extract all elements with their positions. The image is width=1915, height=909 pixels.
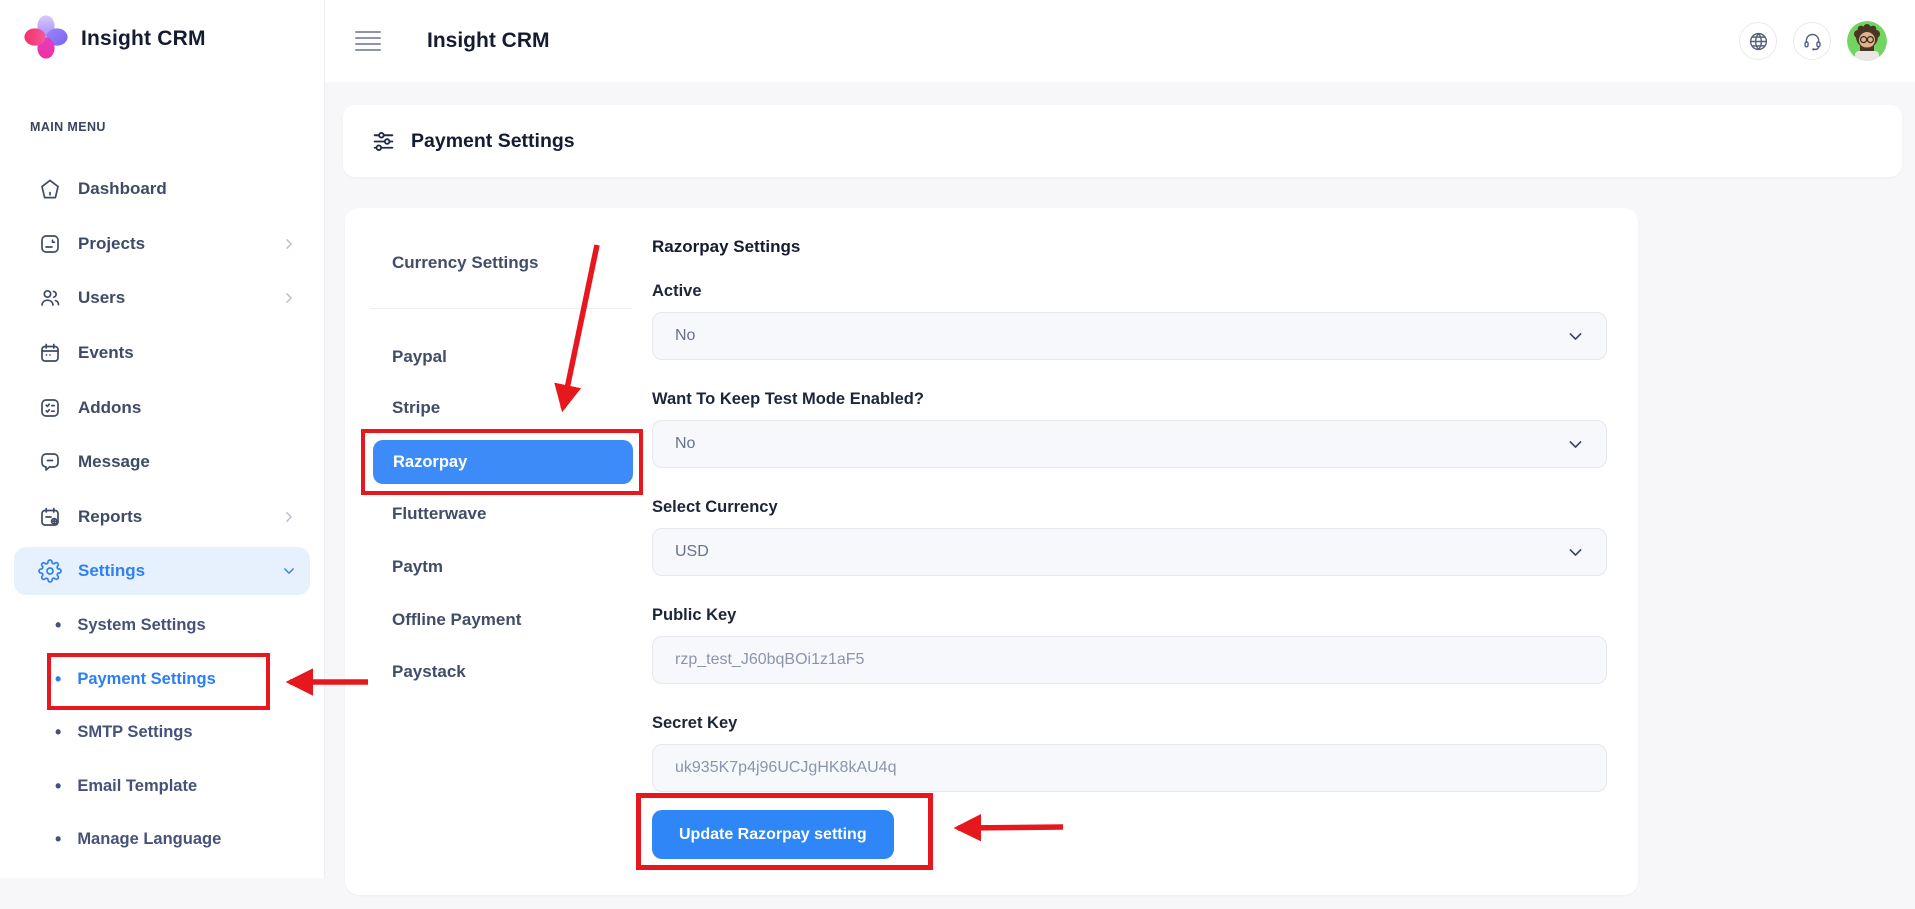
submenu-item-payment-settings[interactable]: Payment Settings [0, 652, 324, 706]
sidebar-section-label: MAIN MENU [30, 120, 106, 134]
sidebar-item-label: Message [78, 452, 150, 472]
secret-key-value: uk935K7p4j96UCJgHK8kAU4q [675, 759, 896, 777]
calendar-icon [38, 341, 62, 365]
chevron-down-icon [1567, 436, 1584, 453]
user-avatar[interactable] [1847, 21, 1887, 61]
tab-currency-settings[interactable]: Currency Settings [392, 250, 538, 276]
public-key-value: rzp_test_J60bqBOi1z1aF5 [675, 651, 864, 669]
tab-divider [370, 308, 632, 309]
field-label-secret-key: Secret Key [652, 712, 1607, 734]
test-mode-select-value: No [675, 435, 695, 453]
brand-name: Insight CRM [81, 27, 206, 51]
support-button[interactable] [1793, 22, 1831, 60]
chevron-down-icon [1567, 544, 1584, 561]
sliders-icon [371, 129, 396, 154]
form-heading: Razorpay Settings [652, 236, 1607, 258]
sidebar-nav: Dashboard Projects Users Events Addons [0, 162, 324, 866]
chat-icon [38, 450, 62, 474]
page-header-card: Payment Settings [343, 105, 1902, 177]
settings-submenu: System Settings Payment Settings SMTP Se… [0, 599, 324, 867]
currency-select[interactable]: USD [652, 528, 1607, 576]
sidebar-item-label: Projects [78, 234, 145, 254]
tab-offline-payment[interactable]: Offline Payment [392, 607, 521, 633]
topbar-title: Insight CRM [427, 29, 549, 53]
headset-icon [1802, 31, 1823, 52]
razorpay-form: Razorpay Settings Active No Want To Keep… [652, 236, 1607, 859]
home-icon [38, 177, 62, 201]
submenu-item-system-settings[interactable]: System Settings [0, 599, 324, 653]
chevron-right-icon [282, 237, 296, 251]
sidebar-item-reports[interactable]: Reports [14, 490, 310, 545]
sidebar-item-addons[interactable]: Addons [14, 380, 310, 435]
app-root: Insight CRM MAIN MENU Dashboard Projects… [0, 0, 1915, 909]
active-select-value: No [675, 327, 695, 345]
submenu-item-smtp-settings[interactable]: SMTP Settings [0, 706, 324, 760]
sidebar-item-label: Addons [78, 398, 141, 418]
language-button[interactable] [1739, 22, 1777, 60]
field-label-active: Active [652, 280, 1607, 302]
secret-key-input[interactable]: uk935K7p4j96UCJgHK8kAU4q [652, 744, 1607, 792]
submenu-item-manage-language[interactable]: Manage Language [0, 813, 324, 867]
sidebar: Insight CRM MAIN MENU Dashboard Projects… [0, 0, 325, 878]
sidebar-item-label: Events [78, 343, 134, 363]
hamburger-icon[interactable] [355, 31, 381, 52]
topbar: Insight CRM [325, 0, 1915, 82]
tab-stripe[interactable]: Stripe [392, 395, 440, 421]
test-mode-select[interactable]: No [652, 420, 1607, 468]
checklist-icon [38, 396, 62, 420]
sidebar-item-settings[interactable]: Settings [14, 547, 310, 595]
chevron-down-icon [282, 564, 296, 578]
sidebar-item-label: Users [78, 288, 125, 308]
sidebar-item-message[interactable]: Message [14, 435, 310, 490]
payment-settings-card: Currency Settings Paypal Stripe Razorpay… [345, 208, 1638, 895]
sidebar-logo-row[interactable]: Insight CRM [0, 0, 324, 62]
submenu-item-email-template[interactable]: Email Template [0, 759, 324, 813]
tab-flutterwave[interactable]: Flutterwave [392, 501, 486, 527]
tab-paystack[interactable]: Paystack [392, 659, 466, 685]
tab-paytm[interactable]: Paytm [392, 554, 443, 580]
chevron-right-icon [282, 510, 296, 524]
currency-select-value: USD [675, 543, 709, 561]
chevron-down-icon [1567, 328, 1584, 345]
update-razorpay-button[interactable]: Update Razorpay setting [652, 810, 894, 859]
sidebar-item-label: Dashboard [78, 179, 167, 199]
chevron-right-icon [282, 291, 296, 305]
public-key-input[interactable]: rzp_test_J60bqBOi1z1aF5 [652, 636, 1607, 684]
report-calendar-icon [38, 505, 62, 529]
globe-icon [1748, 31, 1769, 52]
topbar-actions [1739, 21, 1887, 61]
field-label-currency: Select Currency [652, 496, 1607, 518]
flower-logo-icon [24, 15, 68, 64]
tab-paypal[interactable]: Paypal [392, 344, 447, 370]
sidebar-item-dashboard[interactable]: Dashboard [14, 162, 310, 217]
field-label-test-mode: Want To Keep Test Mode Enabled? [652, 388, 1607, 410]
users-icon [38, 286, 62, 310]
sidebar-item-label: Settings [78, 561, 145, 581]
sidebar-item-label: Reports [78, 507, 142, 527]
active-select[interactable]: No [652, 312, 1607, 360]
field-label-public-key: Public Key [652, 604, 1607, 626]
project-doc-icon [38, 232, 62, 256]
tab-razorpay[interactable]: Razorpay [373, 440, 633, 484]
sidebar-item-projects[interactable]: Projects [14, 217, 310, 272]
gear-icon [38, 559, 62, 583]
sidebar-item-events[interactable]: Events [14, 326, 310, 381]
sidebar-item-users[interactable]: Users [14, 271, 310, 326]
page-title: Payment Settings [411, 130, 575, 153]
